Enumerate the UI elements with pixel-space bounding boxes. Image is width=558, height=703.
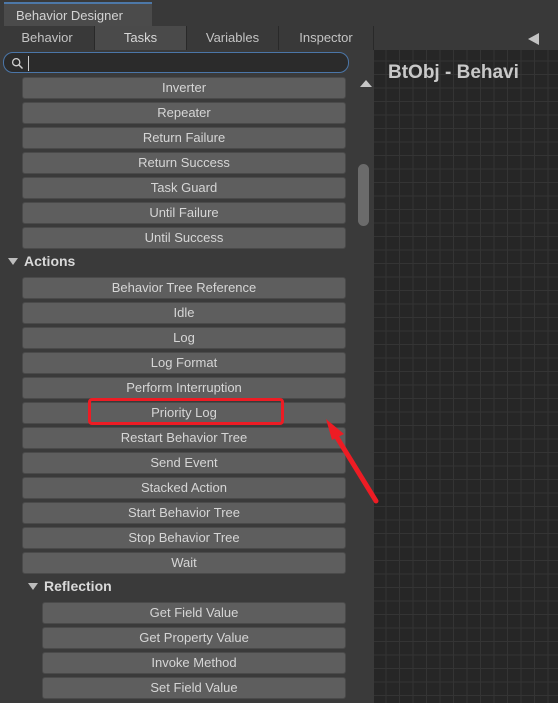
task-item[interactable]: Log Format xyxy=(22,352,346,374)
task-item[interactable]: Restart Behavior Tree xyxy=(22,427,346,449)
search-icon xyxy=(11,57,24,75)
task-item[interactable]: Send Event xyxy=(22,452,346,474)
tab-bar: Behavior Tasks Variables Inspector xyxy=(0,26,558,51)
tab-tasks[interactable]: Tasks xyxy=(95,26,187,50)
task-group-label: Reflection xyxy=(44,578,112,594)
window-tab-strip: Behavior Designer xyxy=(0,0,558,26)
task-item[interactable]: Wait xyxy=(22,552,346,574)
tab-inspector[interactable]: Inspector xyxy=(279,26,374,50)
graph-title: BtObj - Behavi xyxy=(388,62,519,83)
search-caret xyxy=(28,56,29,71)
triangle-left-icon[interactable] xyxy=(522,26,546,50)
window-tab-behavior-designer[interactable]: Behavior Designer xyxy=(4,2,152,26)
behavior-designer-window: Behavior Designer Behavior Tasks Variabl… xyxy=(0,0,558,703)
search-bar xyxy=(0,50,374,76)
task-item[interactable]: Get Field Value xyxy=(42,602,346,624)
task-item[interactable]: Return Success xyxy=(22,152,346,174)
task-item[interactable]: Get Property Value xyxy=(42,627,346,649)
task-library-panel: Inverter Repeater Return Failure Return Suc… xyxy=(0,50,375,703)
task-item[interactable]: Start Behavior Tree xyxy=(22,502,346,524)
task-item[interactable]: Task Guard xyxy=(22,177,346,199)
triangle-up-icon[interactable] xyxy=(360,80,372,87)
task-item[interactable]: Stop Behavior Tree xyxy=(22,527,346,549)
task-item[interactable]: Behavior Tree Reference xyxy=(22,277,346,299)
task-group-label: Actions xyxy=(24,253,76,269)
task-item[interactable]: Invoke Method xyxy=(42,652,346,674)
task-item[interactable]: Set Field Value xyxy=(42,677,346,699)
task-item[interactable]: Stacked Action xyxy=(22,477,346,499)
behavior-tree-graph[interactable]: BtObj - Behavi CSDN @林新发 xyxy=(374,50,558,703)
task-item[interactable]: Return Failure xyxy=(22,127,346,149)
tab-behavior[interactable]: Behavior xyxy=(0,26,95,50)
task-item[interactable]: Until Success xyxy=(22,227,346,249)
scrollbar-thumb[interactable] xyxy=(358,164,369,226)
chevron-down-icon xyxy=(8,258,18,265)
task-item[interactable]: Until Failure xyxy=(22,202,346,224)
task-list[interactable]: Inverter Repeater Return Failure Return Suc… xyxy=(0,76,374,703)
task-item[interactable]: Repeater xyxy=(22,102,346,124)
chevron-down-icon xyxy=(28,583,38,590)
task-item[interactable]: Perform Interruption xyxy=(22,377,346,399)
window-tab-label: Behavior Designer xyxy=(16,8,123,23)
task-item[interactable]: Inverter xyxy=(22,77,346,99)
task-item[interactable]: Priority Log xyxy=(22,402,346,424)
search-input[interactable] xyxy=(3,52,349,73)
task-item[interactable]: Idle xyxy=(22,302,346,324)
tab-variables[interactable]: Variables xyxy=(187,26,279,50)
task-item[interactable]: Log xyxy=(22,327,346,349)
